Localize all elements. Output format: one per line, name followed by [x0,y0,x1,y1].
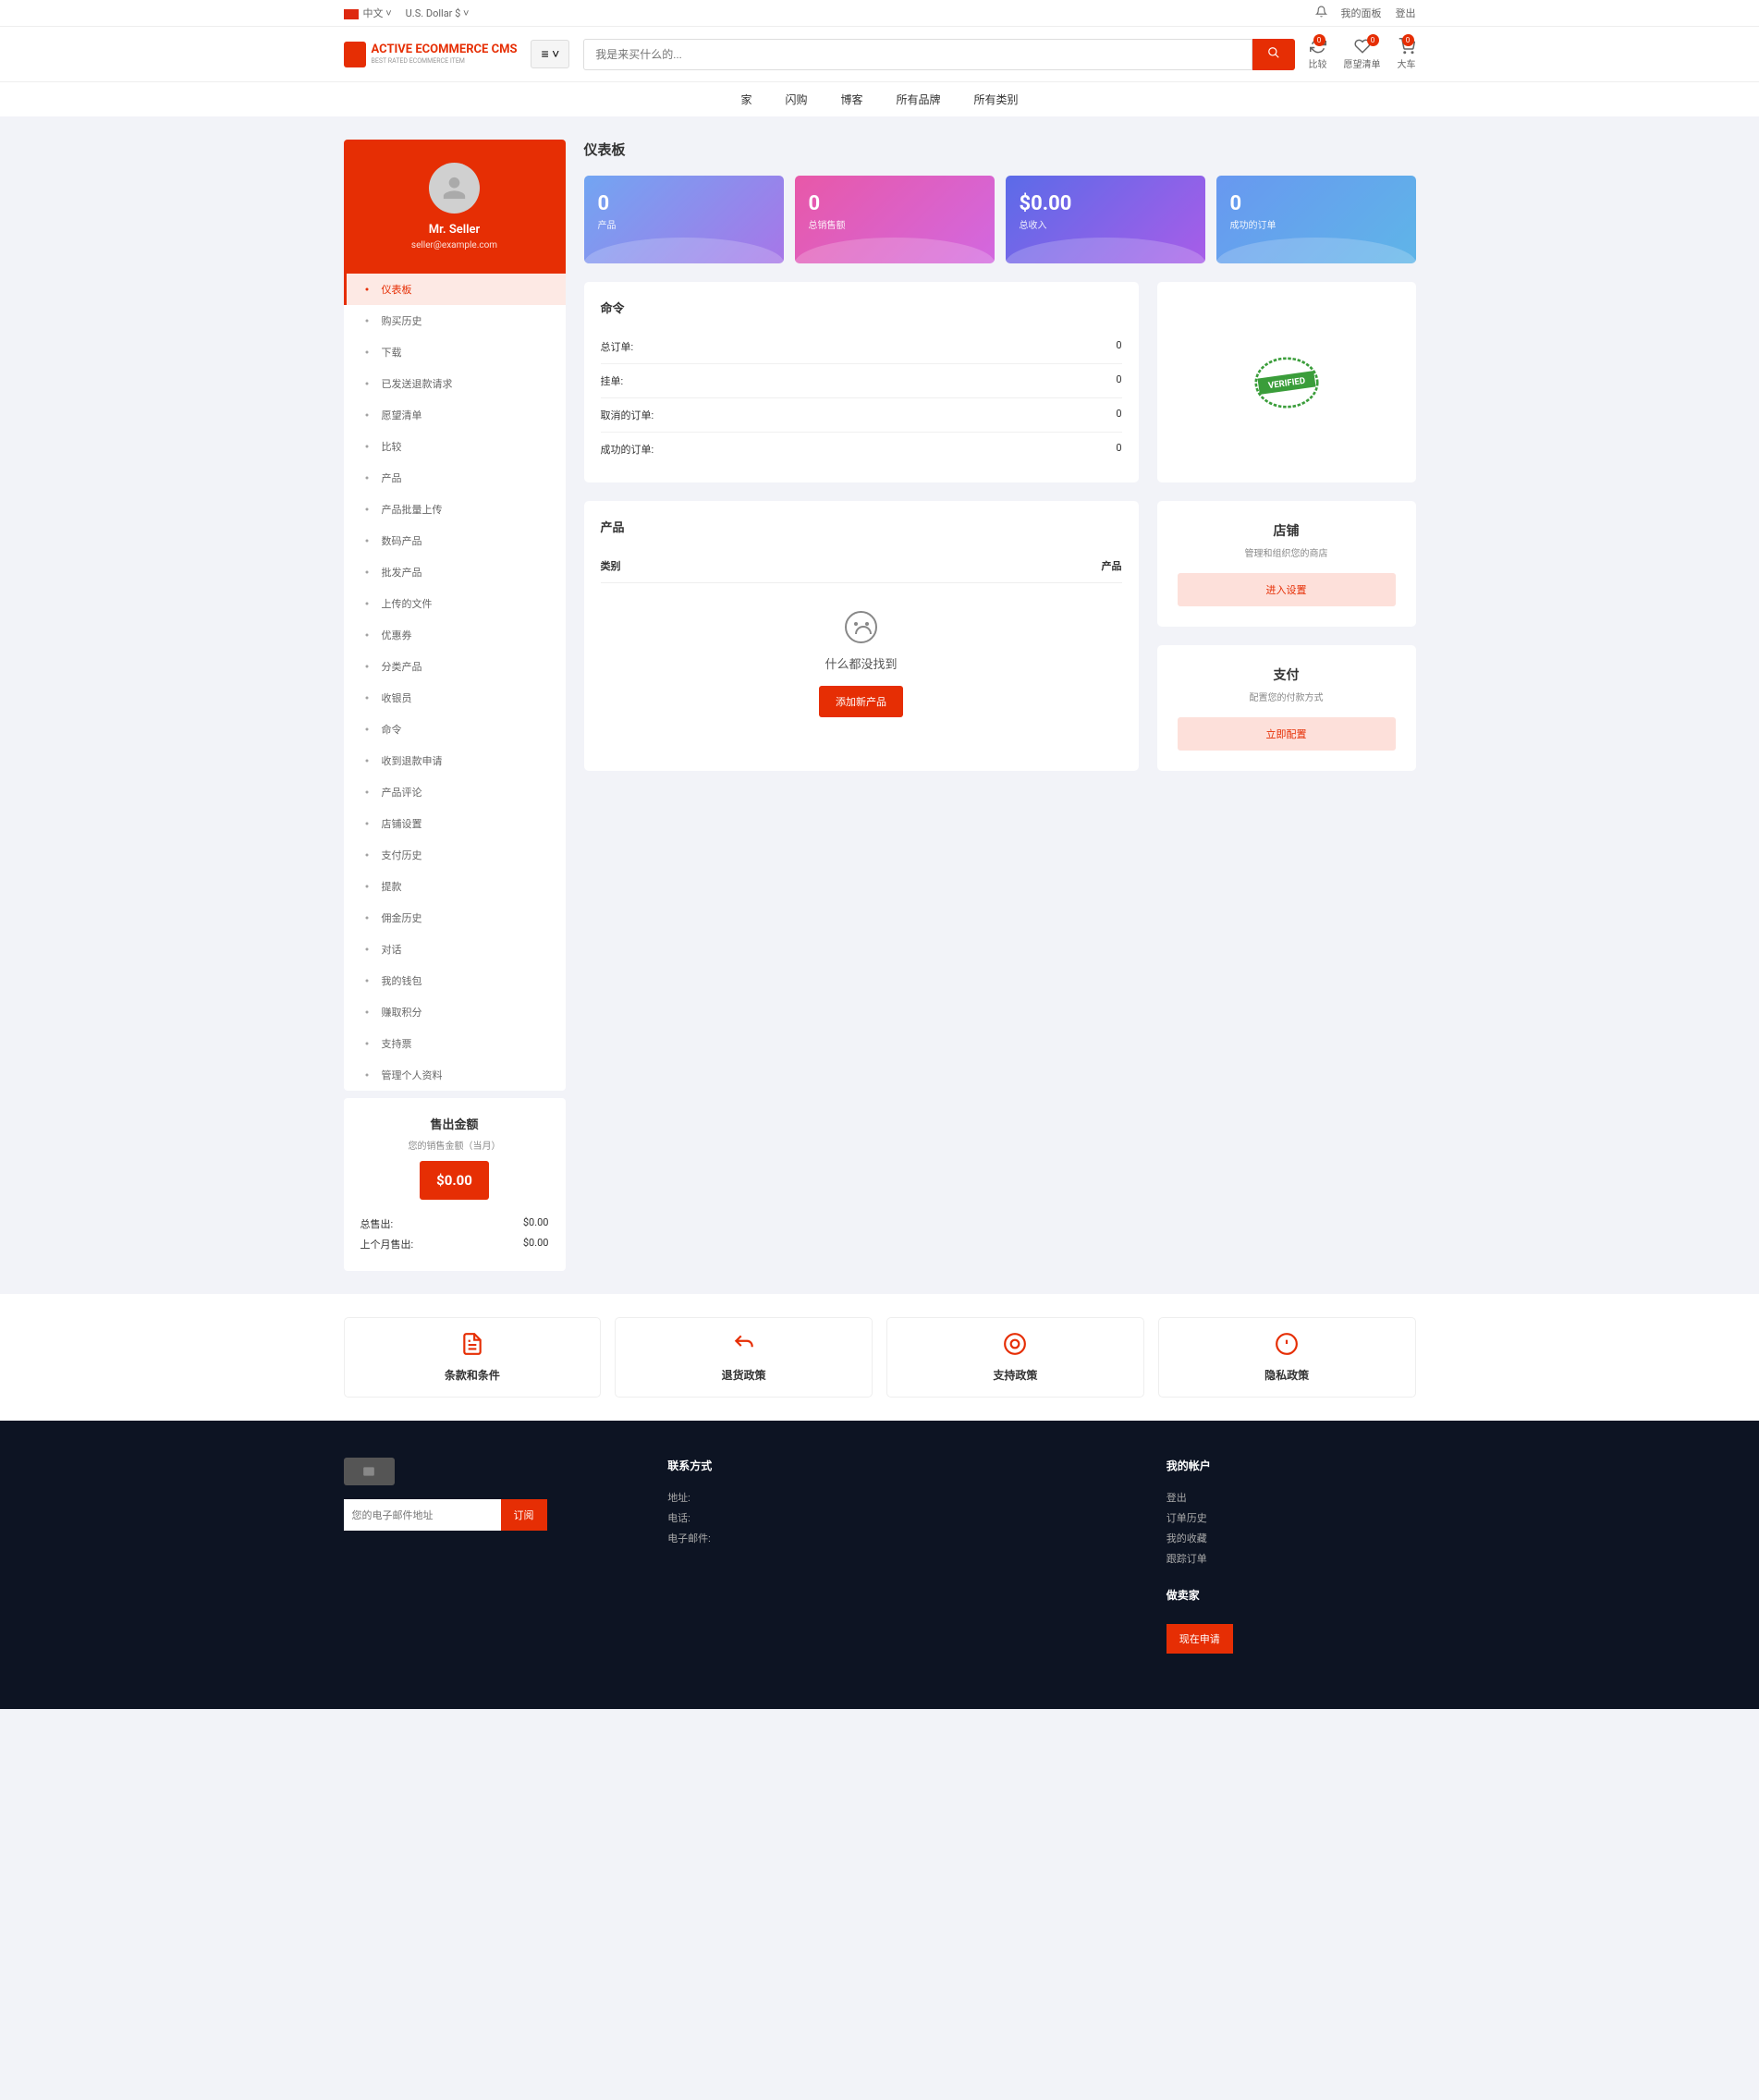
add-product-button[interactable]: 添加新产品 [819,686,903,717]
menu-item[interactable]: 佣金历史 [344,902,566,934]
currency-selector[interactable]: U.S. Dollar $ ˅ [406,7,470,19]
logout-link[interactable]: 登出 [1396,6,1416,20]
menu-item[interactable]: 提款 [344,871,566,902]
user-email: seller@example.com [358,240,552,250]
cart-link[interactable]: 0大车 [1398,38,1416,70]
compare-link[interactable]: 0比较 [1309,38,1327,70]
menu-item[interactable]: 产品批量上传 [344,494,566,525]
menu-item[interactable]: 比较 [344,431,566,462]
order-row: 成功的订单:0 [601,433,1122,466]
products-card: 产品 类别产品 什么都没找到 添加新产品 [584,501,1139,771]
shop-card: 店铺 管理和组织您的商店 进入设置 [1157,501,1416,627]
shop-settings-button[interactable]: 进入设置 [1178,573,1396,606]
footer-link[interactable]: 登出 [1167,1487,1416,1508]
my-panel-link[interactable]: 我的面板 [1341,6,1382,20]
menu-item[interactable]: 店铺设置 [344,808,566,839]
menu-item[interactable]: 分类产品 [344,651,566,682]
menu-item[interactable]: 数码产品 [344,525,566,556]
menu-item[interactable]: 赚取积分 [344,996,566,1028]
nav-link[interactable]: 闪购 [785,93,807,106]
menu-item[interactable]: 支持票 [344,1028,566,1059]
stat-card: 0成功的订单 [1216,176,1416,263]
policy-link[interactable]: 隐私政策 [1158,1317,1416,1398]
sidebar-menu: 仪表板购买历史下载已发送退款请求愿望清单比较产品产品批量上传数码产品批发产品上传… [344,274,566,1091]
category-toggle[interactable]: ≡ ˅ [531,40,569,68]
menu-item[interactable]: 仪表板 [344,274,566,305]
menu-item[interactable]: 支付历史 [344,839,566,871]
verified-badge-icon: VERIFIED [1245,350,1328,415]
stat-card: $0.00总收入 [1006,176,1205,263]
menu-item[interactable]: 命令 [344,714,566,745]
logo[interactable]: ACTIVE ECOMMERCE CMSBEST RATED ECOMMERCE… [344,42,518,67]
order-row: 挂单:0 [601,364,1122,398]
menu-item[interactable]: 收银员 [344,682,566,714]
orders-card: 命令 总订单:0挂单:0取消的订单:0成功的订单:0 [584,282,1139,482]
nav-link[interactable]: 家 [740,93,751,106]
nav-link[interactable]: 所有类别 [974,93,1019,106]
language-selector[interactable]: 中文 ˅ [344,6,392,20]
menu-item[interactable]: 上传的文件 [344,588,566,619]
order-row: 取消的订单:0 [601,398,1122,433]
footer-logo [344,1458,395,1485]
payment-config-button[interactable]: 立即配置 [1178,717,1396,751]
user-card: Mr. Seller seller@example.com [344,140,566,274]
search-button[interactable] [1252,39,1295,70]
bell-icon[interactable] [1315,6,1327,20]
subscribe-button[interactable]: 订阅 [501,1499,547,1531]
menu-item[interactable]: 购买历史 [344,305,566,336]
menu-item[interactable]: 管理个人资料 [344,1059,566,1091]
menu-item[interactable]: 已发送退款请求 [344,368,566,399]
footer-address: 地址: [667,1487,917,1508]
newsletter-input[interactable] [344,1499,501,1531]
menu-item[interactable]: 愿望清单 [344,399,566,431]
menu-item[interactable]: 对话 [344,934,566,965]
stat-card: 0总销售额 [795,176,995,263]
footer-link[interactable]: 订单历史 [1167,1508,1416,1528]
search-input[interactable] [583,39,1252,70]
menu-item[interactable]: 收到退款申请 [344,745,566,776]
menu-item[interactable]: 优惠券 [344,619,566,651]
footer-phone: 电话: [667,1508,917,1528]
menu-item[interactable]: 产品 [344,462,566,494]
sales-box: 售出金额 您的销售金额（当月） $0.00 总售出:$0.00 上个月售出:$0… [344,1098,566,1271]
stat-card: 0产品 [584,176,784,263]
policy-link[interactable]: 支持政策 [886,1317,1144,1398]
user-name: Mr. Seller [358,223,552,237]
sad-face-icon [845,611,877,643]
nav-link[interactable]: 博客 [840,93,862,106]
menu-item[interactable]: 我的钱包 [344,965,566,996]
footer-link[interactable]: 我的收藏 [1167,1528,1416,1548]
verified-card: VERIFIED [1157,282,1416,482]
menu-item[interactable]: 产品评论 [344,776,566,808]
nav-link[interactable]: 所有品牌 [897,93,941,106]
footer-link[interactable]: 跟踪订单 [1167,1548,1416,1569]
order-row: 总订单:0 [601,330,1122,364]
menu-item[interactable]: 批发产品 [344,556,566,588]
apply-seller-button[interactable]: 现在申请 [1167,1624,1233,1654]
menu-item[interactable]: 下载 [344,336,566,368]
policy-link[interactable]: 退货政策 [615,1317,873,1398]
payment-card: 支付 配置您的付款方式 立即配置 [1157,645,1416,771]
footer-email: 电子邮件: [667,1528,917,1548]
policy-link[interactable]: 条款和条件 [344,1317,602,1398]
avatar [429,163,480,214]
page-title: 仪表板 [584,140,1416,159]
wishlist-link[interactable]: 0愿望清单 [1344,38,1381,70]
